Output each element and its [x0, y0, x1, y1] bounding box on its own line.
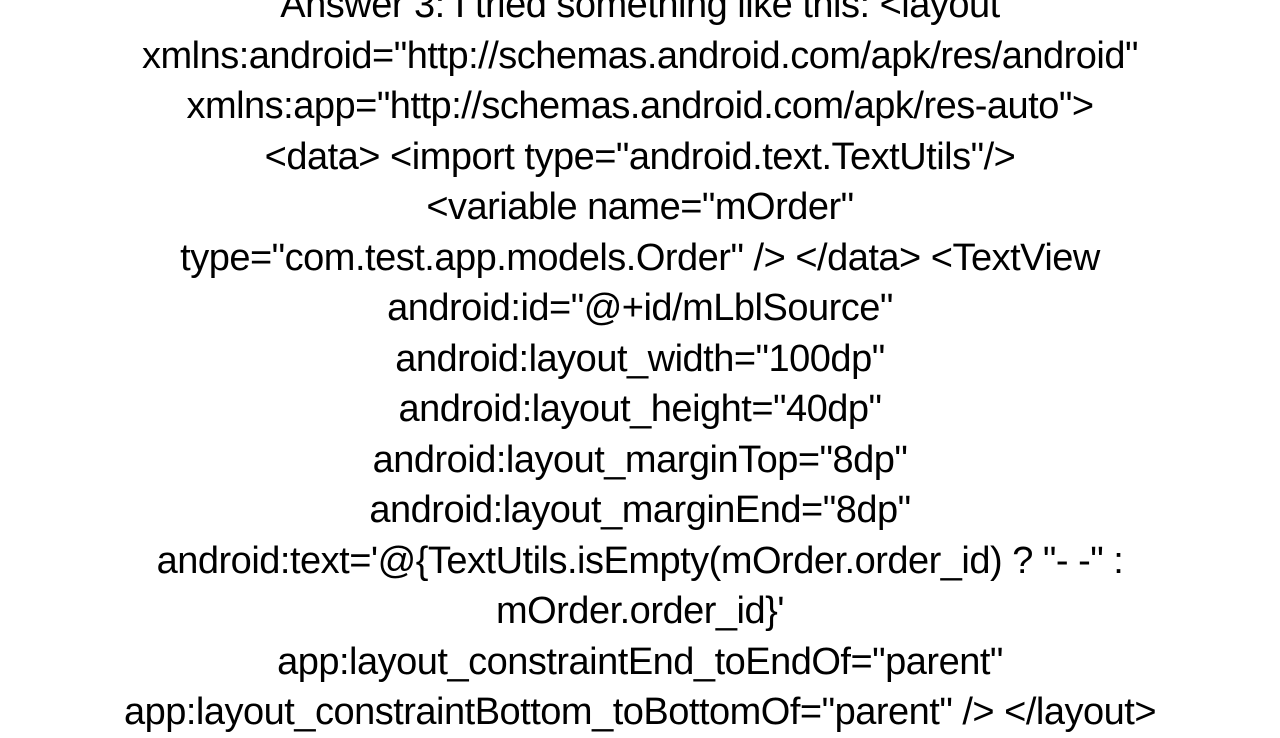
document-content: Answer 3: I tried something like this: <…: [0, 0, 1280, 738]
text-line: android:id="@+id/mLblSource": [20, 283, 1260, 334]
text-line: Answer 3: I tried something like this: <…: [20, 0, 1260, 31]
text-line: mOrder.order_id}': [20, 586, 1260, 637]
text-line: android:layout_marginTop="8dp": [20, 435, 1260, 486]
text-line: android:layout_width="100dp": [20, 334, 1260, 385]
text-line: <variable name="mOrder": [20, 182, 1260, 233]
text-line: xmlns:app="http://schemas.android.com/ap…: [20, 81, 1260, 132]
text-line: android:layout_marginEnd="8dp": [20, 485, 1260, 536]
text-line: type="com.test.app.models.Order" /> </da…: [20, 233, 1260, 284]
text-line: xmlns:android="http://schemas.android.co…: [20, 31, 1260, 82]
text-line: <data> <import type="android.text.TextUt…: [20, 132, 1260, 183]
text-line: android:text='@{TextUtils.isEmpty(mOrder…: [20, 536, 1260, 587]
text-line: app:layout_constraintEnd_toEndOf="parent…: [20, 637, 1260, 688]
text-line: android:layout_height="40dp": [20, 384, 1260, 435]
text-line: app:layout_constraintBottom_toBottomOf="…: [20, 687, 1260, 738]
